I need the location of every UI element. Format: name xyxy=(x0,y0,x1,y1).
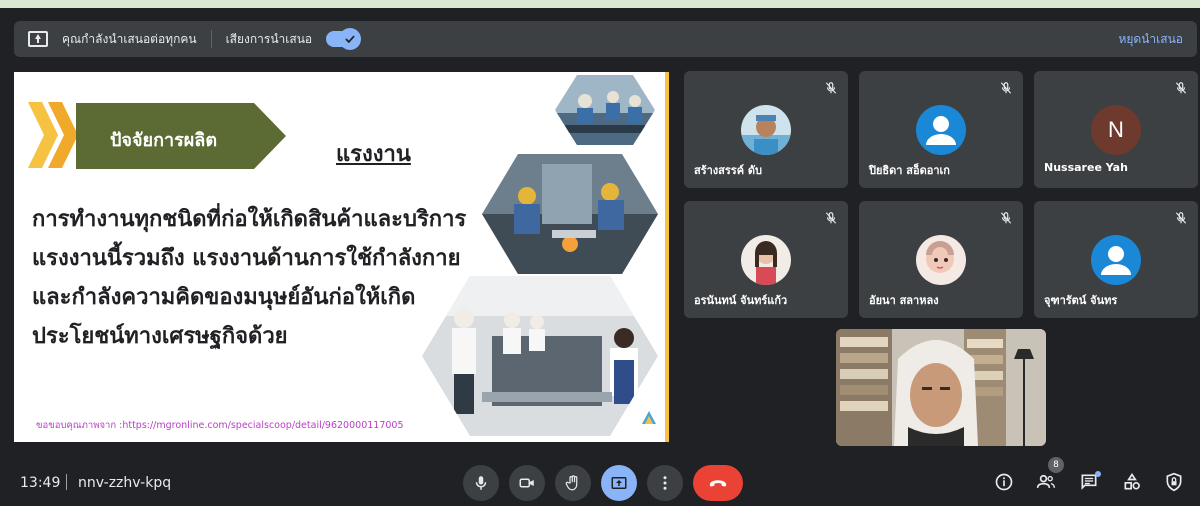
browser-top-strip xyxy=(0,0,1200,8)
mic-off-icon xyxy=(1000,82,1012,94)
mic-off-icon xyxy=(1175,212,1187,224)
mic-off-icon xyxy=(825,212,837,224)
presenting-status-text: คุณกำลังนำเสนอต่อทุกคน xyxy=(62,31,197,46)
mic-icon xyxy=(475,476,487,490)
participant-name: สร้างสรรค์ ดับ xyxy=(694,164,763,177)
camera-icon xyxy=(519,478,534,488)
activities-button[interactable] xyxy=(1121,471,1143,493)
participant-avatar: N xyxy=(1091,105,1141,155)
participant-name: Nussaree Yah xyxy=(1044,161,1128,174)
leave-call-button[interactable] xyxy=(693,465,743,501)
bottom-bar-divider xyxy=(66,474,67,490)
self-video-feed xyxy=(836,329,1046,446)
slide-body-line: การทำงานทุกชนิดที่ก่อให้เกิดสินค้าและบริ… xyxy=(32,207,467,232)
slide-title: ปัจจัยการผลิต xyxy=(110,130,218,151)
participant-name: ปิยธิดา สอ็ดอาเก xyxy=(869,164,950,177)
meeting-details-button[interactable] xyxy=(993,471,1015,493)
presentation-audio-toggle[interactable] xyxy=(326,28,362,50)
mic-off-icon xyxy=(1175,82,1187,94)
participant-avatar xyxy=(741,235,791,285)
factory-photo-2 xyxy=(482,154,658,274)
participant-tile[interactable]: ปิยธิดา สอ็ดอาเก xyxy=(859,71,1023,188)
slide-body-line: และกำลังความคิดของมนุษย์อันก่อให้เกิด xyxy=(32,285,416,310)
raise-hand-icon xyxy=(565,475,578,491)
mic-off-icon xyxy=(1000,212,1012,224)
present-screen-icon xyxy=(28,31,48,47)
hang-up-icon xyxy=(709,480,727,487)
logo-icon xyxy=(642,411,656,424)
present-screen-icon xyxy=(611,477,627,489)
participant-avatar xyxy=(916,105,966,155)
person-icon xyxy=(1101,246,1131,275)
stop-presenting-button[interactable]: หยุดนำเสนอ xyxy=(1118,30,1183,49)
participant-avatar xyxy=(741,105,791,155)
chat-notification-dot xyxy=(1095,471,1101,477)
people-icon xyxy=(1036,474,1055,488)
participant-tile[interactable]: อรนันทน์ จันทร์แก้ว xyxy=(684,201,848,318)
more-options-icon xyxy=(663,476,667,490)
participant-name: จุฑารัตน์ จันทร xyxy=(1044,294,1118,307)
people-button[interactable] xyxy=(1035,471,1057,493)
participant-avatar xyxy=(1091,235,1141,285)
avatar-letter: N xyxy=(1108,117,1124,142)
meeting-time: 13:49 xyxy=(20,475,61,491)
presenting-bar: คุณกำลังนำเสนอต่อทุกคน เสียงการนำเสนอ หย… xyxy=(14,21,1197,57)
mic-off-icon xyxy=(825,82,837,94)
factory-photo-1 xyxy=(555,75,655,145)
person-icon xyxy=(926,116,956,145)
self-video-tile[interactable] xyxy=(836,329,1046,446)
camera-button[interactable] xyxy=(509,465,545,501)
avatar-photo xyxy=(916,235,966,285)
participant-tile[interactable]: N Nussaree Yah xyxy=(1034,71,1198,188)
participant-tile[interactable]: จุฑารัตน์ จันทร xyxy=(1034,201,1198,318)
avatar-photo xyxy=(741,235,791,285)
slide-body: การทำงานทุกชนิดที่ก่อให้เกิดสินค้าและบริ… xyxy=(32,200,466,356)
activities-icon xyxy=(1124,472,1140,490)
participant-name: อัยนา สลาหลง xyxy=(869,294,939,307)
more-options-button[interactable] xyxy=(647,465,683,501)
slide-body-line: แรงงานนี้รวมถึง แรงงานด้านการใช้กำลังกาย xyxy=(32,246,461,271)
participant-tile[interactable]: อัยนา สลาหลง xyxy=(859,201,1023,318)
info-icon xyxy=(995,473,1013,491)
slide-heading: แรงงาน xyxy=(336,142,411,167)
participant-name: อรนันทน์ จันทร์แก้ว xyxy=(694,294,788,307)
participant-count-badge: 8 xyxy=(1048,457,1064,473)
host-controls-button[interactable] xyxy=(1163,471,1185,493)
presenting-bar-divider xyxy=(210,30,212,48)
microphone-button[interactable] xyxy=(463,465,499,501)
host-controls-icon xyxy=(1166,472,1182,492)
participant-avatar xyxy=(916,235,966,285)
check-icon xyxy=(339,28,362,50)
participant-tile[interactable]: สร้างสรรค์ ดับ xyxy=(684,71,848,188)
raise-hand-button[interactable] xyxy=(555,465,591,501)
slide-body-line: ประโยชน์ทางเศรษฐกิจด้วย xyxy=(32,324,288,349)
shared-slide: ปัจจัยการผลิต แรงงาน การทำงานทุกชนิดที่ก… xyxy=(14,72,669,442)
presentation-audio-label: เสียงการนำเสนอ xyxy=(225,31,313,46)
present-now-button[interactable] xyxy=(601,465,637,501)
chevron-shape xyxy=(48,102,78,168)
meeting-code: nnv-zzhv-kpq xyxy=(78,475,172,491)
avatar-photo xyxy=(741,105,791,155)
image-credit: ขอขอบคุณภาพจาก :https://mgronline.com/sp… xyxy=(36,420,404,431)
slide-accent-bar xyxy=(665,72,669,442)
